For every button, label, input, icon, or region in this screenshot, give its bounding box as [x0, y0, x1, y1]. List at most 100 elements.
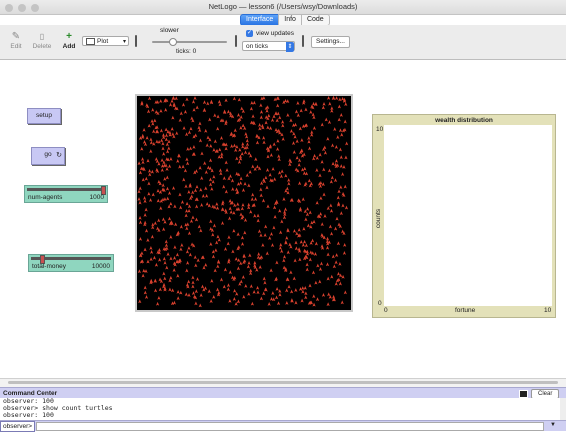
plot-y-max: 10 — [376, 126, 384, 133]
turtle-agent — [318, 152, 322, 157]
turtle-agent — [292, 150, 296, 154]
total-money-label: total-money — [32, 263, 66, 270]
chevron-down-icon[interactable]: ▼ — [550, 422, 556, 428]
turtle-agent — [328, 224, 333, 229]
turtle-agent — [147, 181, 151, 186]
turtle-agent — [164, 107, 168, 112]
turtle-agent — [246, 264, 250, 269]
turtle-agent — [195, 105, 199, 110]
turtle-agent — [195, 204, 199, 209]
turtle-agent — [160, 158, 164, 163]
turtle-agent — [153, 288, 158, 293]
turtle-agent — [258, 123, 262, 127]
turtle-agent — [257, 252, 261, 256]
turtle-agent — [304, 217, 308, 222]
turtle-agent — [172, 268, 176, 272]
num-agents-slider-track[interactable] — [27, 188, 105, 191]
turtle-agent — [299, 108, 303, 113]
plot-y-label: counts — [375, 208, 383, 229]
turtle-agent — [185, 161, 190, 166]
turtle-agent — [187, 293, 191, 297]
output-line: observer: 100 — [3, 411, 54, 419]
turtle-agent — [266, 125, 270, 130]
turtle-agent — [169, 157, 173, 161]
turtle-agent — [327, 168, 332, 173]
turtle-agent — [230, 178, 235, 183]
turtle-agent — [291, 141, 296, 145]
num-agents-slider[interactable]: num-agents 1000 — [24, 185, 108, 203]
turtle-agent — [307, 178, 311, 183]
update-mode-select[interactable]: on ticks ⇕ — [242, 41, 295, 52]
turtle-agent — [248, 253, 252, 258]
plot-x-max: 10 — [544, 307, 552, 314]
turtle-agent — [294, 109, 299, 114]
total-money-slider[interactable]: total-money 10000 — [28, 254, 114, 272]
turtle-agent — [340, 132, 344, 137]
turtle-agent — [237, 97, 241, 102]
turtle-agent — [140, 157, 145, 161]
widget-type-select[interactable]: Plot ▾ — [82, 36, 129, 46]
window-controls — [5, 3, 42, 17]
turtle-agent — [138, 220, 143, 225]
turtle-agent — [206, 101, 210, 106]
horizontal-scrollbar[interactable] — [0, 378, 566, 387]
speed-slider-track[interactable] — [152, 41, 227, 43]
turtle-agent — [200, 284, 205, 289]
turtle-agent — [320, 159, 324, 164]
turtle-agent — [176, 159, 180, 163]
turtle-agent — [265, 185, 269, 190]
turtle-agent — [240, 206, 244, 211]
turtle-agent — [217, 154, 221, 159]
turtle-agent — [340, 300, 344, 305]
setup-button[interactable]: setup — [27, 108, 61, 124]
turtle-agent — [303, 166, 307, 171]
turtle-agent — [294, 288, 298, 292]
output-scrollbar[interactable] — [560, 398, 566, 420]
plot-title: wealth distribution — [435, 117, 493, 124]
turtle-agent — [302, 226, 306, 231]
view-updates-checkbox[interactable]: ✓ — [246, 30, 253, 37]
turtle-agent — [211, 179, 215, 184]
delete-button[interactable]: ▯ Delete — [32, 31, 52, 50]
turtle-agent — [240, 235, 245, 240]
turtle-agent — [153, 118, 157, 123]
update-mode-value: on ticks — [246, 43, 269, 50]
turtle-agent — [138, 236, 143, 241]
popout-icon[interactable] — [519, 390, 528, 398]
turtle-agent — [149, 137, 153, 142]
close-window-icon[interactable] — [5, 4, 13, 12]
turtle-agent — [180, 200, 185, 204]
zoom-window-icon[interactable] — [31, 4, 40, 12]
turtle-agent — [184, 184, 188, 189]
turtle-agent — [171, 186, 176, 190]
minimize-window-icon[interactable] — [18, 4, 27, 12]
turtle-agent — [151, 107, 155, 112]
turtle-agent — [266, 154, 270, 159]
observer-prompt-select[interactable]: observer> — [0, 421, 36, 432]
world-view[interactable] — [135, 94, 353, 312]
turtle-agent — [342, 164, 346, 169]
turtle-agent — [272, 205, 277, 210]
turtle-agent — [159, 108, 163, 113]
turtle-agent — [226, 109, 231, 114]
settings-button[interactable]: Settings... — [311, 36, 350, 48]
turtle-agent — [259, 109, 264, 114]
go-button[interactable]: go ↻ — [31, 147, 65, 165]
turtle-agent — [215, 202, 219, 206]
turtle-agent — [327, 292, 331, 297]
add-button[interactable]: + Add — [61, 31, 77, 50]
turtle-agent — [344, 102, 348, 106]
edit-button[interactable]: ✎ Edit — [8, 31, 24, 50]
turtle-agent — [233, 275, 237, 280]
turtle-agent — [315, 168, 319, 172]
turtle-agent — [231, 187, 235, 191]
plot-y-min: 0 — [378, 300, 382, 307]
turtle-agent — [156, 188, 160, 193]
speed-slider-handle[interactable] — [169, 38, 177, 46]
turtle-agent — [165, 265, 169, 270]
scrollbar-thumb[interactable] — [8, 381, 558, 384]
turtle-agent — [312, 126, 316, 130]
turtle-agent — [334, 158, 339, 163]
turtle-agent — [185, 201, 189, 206]
turtle-agent — [163, 260, 167, 265]
